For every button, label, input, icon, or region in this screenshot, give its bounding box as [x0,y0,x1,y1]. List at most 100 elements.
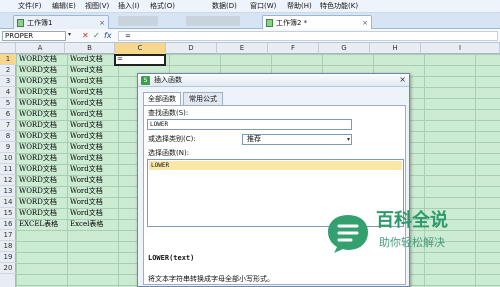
row-headers: 1 2 3 4 5 6 7 8 9 10 11 12 13 14 15 16 1… [0,54,16,287]
function-description: 将文本字符串转换成字母全部小写形式。 [148,275,274,283]
column-header-e[interactable]: E [217,43,268,54]
dialog-title-bar[interactable]: S 插入函数 × [138,74,409,87]
function-search-input[interactable]: LOWER [147,119,352,130]
row-header[interactable]: 5 [0,98,16,109]
category-value: 推荐 [247,135,261,143]
cell-a8[interactable]: WORD文档 [19,131,57,142]
column-header-c[interactable]: C [115,43,166,54]
cell-a9[interactable]: WORD文档 [19,142,57,153]
cell-a7[interactable]: WORD文档 [19,120,57,131]
cell-b8[interactable]: Word文档 [70,131,103,142]
menu-format[interactable]: 格式(O) [150,1,175,12]
row-header[interactable]: 10 [0,153,16,164]
menu-file[interactable]: 文件(F) [18,1,42,12]
row-header[interactable]: 18 [0,241,16,252]
tab-all-functions[interactable]: 全部函数 [143,92,181,105]
cell-a11[interactable]: WORD文档 [19,164,57,175]
cell-a5[interactable]: WORD文档 [19,98,57,109]
cell-b14[interactable]: Word文档 [70,197,103,208]
cell-a16[interactable]: EXCEL表格 [19,219,58,230]
cell-b13[interactable]: Word文档 [70,186,103,197]
cell-a4[interactable]: WORD文档 [19,87,57,98]
select-all-corner[interactable] [0,43,16,54]
confirm-icon[interactable]: ✓ [93,30,100,41]
cell-a13[interactable]: WORD文档 [19,186,57,197]
cell-b7[interactable]: Word文档 [70,120,103,131]
cell-a10[interactable]: WORD文档 [19,153,57,164]
column-header-h[interactable]: H [370,43,421,54]
row-header[interactable]: 3 [0,76,16,87]
formula-bar: PROPER ▾ ✕ ✓ fx = [0,29,500,43]
cell-b6[interactable]: Word文档 [70,109,103,120]
fx-icon[interactable]: fx [104,30,112,41]
row-header[interactable]: 17 [0,230,16,241]
list-item[interactable]: LOWER [149,161,402,170]
tab-common-formulas[interactable]: 常用公式 [183,92,223,105]
row-header[interactable]: 12 [0,175,16,186]
cell-a1[interactable]: WORD文档 [19,54,57,65]
spreadsheet-icon [266,19,273,27]
cell-b3[interactable]: Word文档 [70,76,103,87]
cell-b16[interactable]: Excel表格 [70,219,103,230]
cell-a2[interactable]: WORD文档 [19,65,57,76]
cell-a6[interactable]: WORD文档 [19,109,57,120]
row-header[interactable]: 20 [0,263,16,274]
formula-input[interactable]: = [118,31,498,41]
cell-a12[interactable]: WORD文档 [19,175,57,186]
menu-special[interactable]: 特色功能(K) [320,1,358,12]
row-header[interactable]: 13 [0,186,16,197]
row-header[interactable]: 6 [0,109,16,120]
row-header[interactable]: 2 [0,65,16,76]
cell-b5[interactable]: Word文档 [70,98,103,109]
spreadsheet-icon [17,19,24,27]
close-icon[interactable]: × [399,74,406,86]
column-header-d[interactable]: D [166,43,217,54]
tab-close-icon[interactable]: × [362,18,368,28]
column-header-f[interactable]: F [268,43,319,54]
category-select[interactable]: 推荐 ▾ [242,134,352,145]
chevron-down-icon[interactable]: ▾ [68,31,71,38]
column-header-b[interactable]: B [65,43,115,54]
column-header-a[interactable]: A [16,43,65,54]
row-header[interactable]: 9 [0,142,16,153]
cancel-icon[interactable]: ✕ [82,30,89,41]
menu-window[interactable]: 窗口(W) [250,1,276,12]
column-header-i[interactable]: I [421,43,500,54]
search-label: 查找函数(S): [148,109,189,117]
row-header[interactable]: 4 [0,87,16,98]
tab-workbook1[interactable]: 工作簿1 × [13,15,109,29]
function-signature: LOWER(text) [148,254,195,262]
tab-workbook2[interactable]: 工作簿2 * × [262,15,372,29]
row-header[interactable]: 19 [0,252,16,263]
cell-b9[interactable]: Word文档 [70,142,103,153]
cell-b12[interactable]: Word文档 [70,175,103,186]
name-box[interactable]: PROPER [2,31,66,41]
menu-insert[interactable]: 插入(I) [118,1,140,12]
menu-view[interactable]: 视图(V) [85,1,109,12]
menu-edit[interactable]: 编辑(E) [52,1,76,12]
row-header[interactable]: 7 [0,120,16,131]
row-header[interactable]: 1 [0,54,16,65]
cell-b1[interactable]: Word文档 [70,54,103,65]
row-header[interactable]: 8 [0,131,16,142]
blurred-tab [186,16,240,26]
tab-close-icon[interactable]: × [99,18,105,28]
cell-a15[interactable]: WORD文档 [19,208,57,219]
cell-b10[interactable]: Word文档 [70,153,103,164]
column-headers: A B C D E F G H I [0,43,500,54]
menu-data[interactable]: 数据(D) [212,1,237,12]
cell-b11[interactable]: Word文档 [70,164,103,175]
column-header-g[interactable]: G [319,43,370,54]
row-header[interactable]: 14 [0,197,16,208]
active-cell-c1[interactable]: = [114,54,166,66]
menu-help[interactable]: 帮助(H) [287,1,312,12]
cell-b4[interactable]: Word文档 [70,87,103,98]
cell-b15[interactable]: Word文档 [70,208,103,219]
cell-b2[interactable]: Word文档 [70,65,103,76]
watermark-logo-icon [328,215,368,253]
row-header[interactable]: 16 [0,219,16,230]
row-header[interactable]: 15 [0,208,16,219]
cell-a14[interactable]: WORD文档 [19,197,57,208]
row-header[interactable]: 11 [0,164,16,175]
cell-a3[interactable]: WORD文档 [19,76,57,87]
